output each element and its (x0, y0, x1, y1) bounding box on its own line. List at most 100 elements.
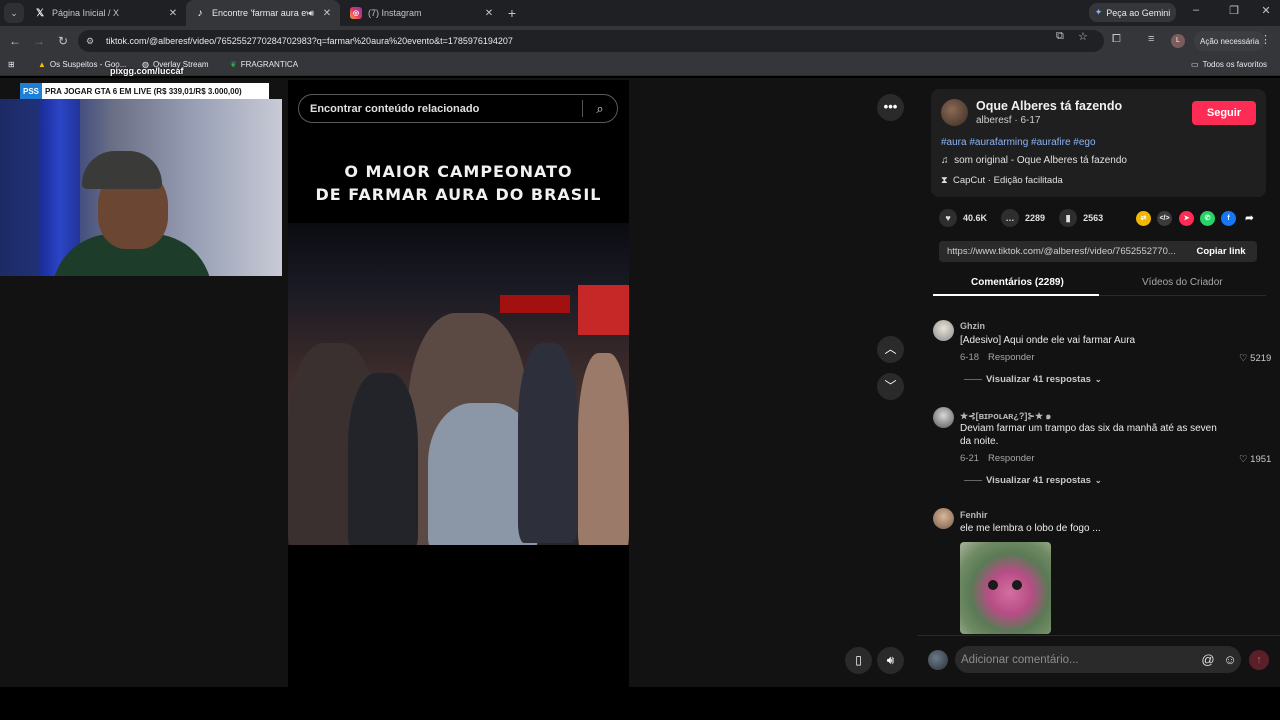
folder-icon: ▭ (1191, 60, 1199, 69)
tab-tiktok[interactable]: ♪ Encontre 'farmar aura evento' 🔊︎ ✕ (186, 0, 340, 26)
comment-text: ele me lembra o lobo de fogo ... (960, 523, 1101, 534)
menu-icon[interactable]: ⋮ (1260, 33, 1271, 46)
comment-date: 6-18 (960, 352, 980, 363)
comment-like[interactable]: ♡ 1951 (1239, 454, 1271, 465)
view-replies-button[interactable]: Visualizar 41 respostas ⌄ (964, 374, 1102, 385)
share-icon[interactable]: ➦ (1242, 211, 1257, 226)
tab-instagram[interactable]: ◎ (7) Instagram ✕ (342, 0, 502, 26)
miniplayer-icon: ▯ (855, 653, 862, 667)
whatsapp-icon[interactable]: ✆ (1200, 211, 1215, 226)
send-to-friend-icon[interactable]: ➤ (1179, 211, 1194, 226)
chevron-down-icon: ⌄ (1094, 375, 1102, 384)
search-icon[interactable]: ⌕ (583, 101, 617, 117)
bookmark-label: FRAGRANTICA (240, 60, 299, 69)
extensions-icon[interactable]: ⧠ (1112, 33, 1121, 46)
banner-tag: PSS (20, 83, 43, 99)
send-button[interactable]: ↑ (1249, 650, 1269, 670)
install-icon[interactable]: ⧉ (1056, 30, 1064, 43)
close-window-icon[interactable]: ✕ (1258, 4, 1274, 17)
avatar[interactable]: L (1171, 34, 1185, 48)
comment-username[interactable]: ★⊰[ʙɪᴘᴏʟᴀʀ¿?]⊱★ ๑ (960, 409, 1051, 423)
tab-x[interactable]: 𝕏 Página Inicial / X ✕ (26, 0, 186, 26)
speaker-icon[interactable]: 🔊︎ (308, 8, 314, 19)
facebook-icon[interactable]: f (1221, 211, 1236, 226)
arrow-up-icon: ↑ (1256, 654, 1262, 666)
close-icon[interactable]: ✕ (320, 8, 334, 19)
volume-icon: 🔊︎ (886, 653, 895, 667)
back-icon[interactable]: ← (7, 33, 23, 49)
gemini-button[interactable]: ✦ Peça ao Gemini (1089, 3, 1176, 22)
tab-creator-videos[interactable]: Vídeos do Criador (1142, 277, 1223, 288)
chevron-down-icon: ﹀ (884, 379, 897, 393)
goal-banner: PSS PRA JOGAR GTA 6 EM LIVE (R$ 339,01/R… (20, 83, 269, 99)
capcut-row[interactable]: ⧗ CapCut · Edição facilitada (941, 175, 1063, 186)
avatar[interactable] (933, 508, 954, 529)
bookmark-icon[interactable]: ▮ (1059, 209, 1078, 227)
more-options-button[interactable]: ••• (877, 94, 904, 121)
tab-comments[interactable]: Comentários (2289) (971, 277, 1064, 288)
comment-meta: 6-18 Responder (960, 352, 1035, 363)
hashtags[interactable]: #aura #aurafarming #aurafire #ego (941, 137, 1096, 148)
address-bar[interactable]: ⚙ tiktok.com/@alberesf/video/76525527702… (78, 30, 1104, 52)
engagement-stats: ♥ 40.6K … 2289 ▮ 2563 (939, 208, 1103, 228)
copy-link-button[interactable]: Copiar link (1185, 246, 1257, 257)
mention-icon[interactable]: @ (1197, 652, 1219, 667)
comment-username[interactable]: Ghzin (960, 321, 985, 331)
video-frame[interactable] (288, 223, 629, 545)
apps-icon[interactable]: ⊞ (8, 60, 15, 69)
next-video-button[interactable]: ﹀ (877, 373, 904, 400)
heart-icon[interactable]: ♥ (939, 209, 957, 227)
bookmark-fragrantica[interactable]: ❦ FRAGRANTICA (230, 60, 298, 69)
follow-button[interactable]: Seguir (1192, 101, 1256, 125)
view-replies-button[interactable]: Visualizar 41 respostas ⌄ (964, 475, 1102, 486)
comment-icon[interactable]: … (1001, 209, 1020, 227)
avatar[interactable] (941, 99, 968, 126)
comment-input-placeholder[interactable]: Adicionar comentário... (955, 654, 1197, 666)
tab-title: Página Inicial / X (52, 8, 120, 18)
search-input[interactable]: Encontrar conteúdo relacionado (299, 103, 582, 115)
bookmark-star-icon[interactable]: ☆ (1078, 30, 1088, 43)
volume-button[interactable]: 🔊︎ (877, 647, 904, 674)
gemini-label: Peça ao Gemini (1106, 7, 1171, 18)
comment-meta: 6-21 Responder (960, 453, 1035, 464)
video-caption: O MAIOR CAMPEONATO DE FARMAR AURA DO BRA… (288, 160, 629, 206)
miniplayer-button[interactable]: ▯ (845, 647, 872, 674)
author-name[interactable]: Oque Alberes tá fazendo (976, 99, 1122, 113)
bottom-strip (0, 687, 1280, 720)
avatar[interactable] (933, 320, 954, 341)
minimize-icon[interactable]: – (1188, 4, 1204, 16)
drive-icon: ▲ (38, 60, 46, 69)
sound-row[interactable]: ♫ som original - Oque Alberes tá fazendo (941, 155, 1127, 166)
previous-video-button[interactable]: ︿ (877, 336, 904, 363)
close-icon[interactable]: ✕ (482, 8, 496, 19)
media-control-icon[interactable]: ≡ (1148, 33, 1154, 45)
comment-like[interactable]: ♡ 5219 (1239, 353, 1271, 364)
comment-text-line-2: da noite. (960, 436, 999, 447)
site-info-icon[interactable]: ⚙ (86, 36, 100, 47)
comment-like-count: 5219 (1250, 353, 1272, 364)
tab-search-button[interactable]: ⌄ (4, 3, 24, 23)
pix-text: pixgg.com/luccaf (110, 66, 184, 76)
reply-button[interactable]: Responder (988, 352, 1034, 363)
sparkle-icon: ✦ (1094, 7, 1103, 17)
close-icon[interactable]: ✕ (166, 8, 180, 19)
sound-label: som original - Oque Alberes tá fazendo (954, 155, 1127, 166)
video-link[interactable]: https://www.tiktok.com/@alberesf/video/7… (939, 246, 1185, 257)
copy-link-box: https://www.tiktok.com/@alberesf/video/7… (939, 241, 1257, 262)
repost-icon[interactable]: ⇄ (1136, 211, 1151, 226)
emoji-icon[interactable]: ☺ (1219, 652, 1241, 667)
all-bookmarks[interactable]: ▭ Todos os favoritos (1191, 60, 1267, 69)
new-tab-button[interactable]: + (504, 4, 520, 22)
action-needed-button[interactable]: Ação necessária (1194, 31, 1266, 51)
comment-sticker-image[interactable] (960, 542, 1051, 634)
toolbar: ← → ↻ ⚙ tiktok.com/@alberesf/video/76525… (0, 26, 1280, 56)
reply-button[interactable]: Responder (988, 453, 1034, 464)
restore-icon[interactable]: ❐ (1226, 4, 1242, 17)
comment-input[interactable]: Adicionar comentário... @ ☺ (955, 646, 1241, 673)
reload-icon[interactable]: ↻ (55, 33, 71, 49)
avatar[interactable] (933, 407, 954, 428)
related-search[interactable]: Encontrar conteúdo relacionado ⌕ (298, 94, 618, 123)
comment-username[interactable]: Fenhir (960, 510, 988, 520)
forward-icon[interactable]: → (31, 33, 47, 49)
embed-icon[interactable]: </> (1157, 211, 1172, 226)
